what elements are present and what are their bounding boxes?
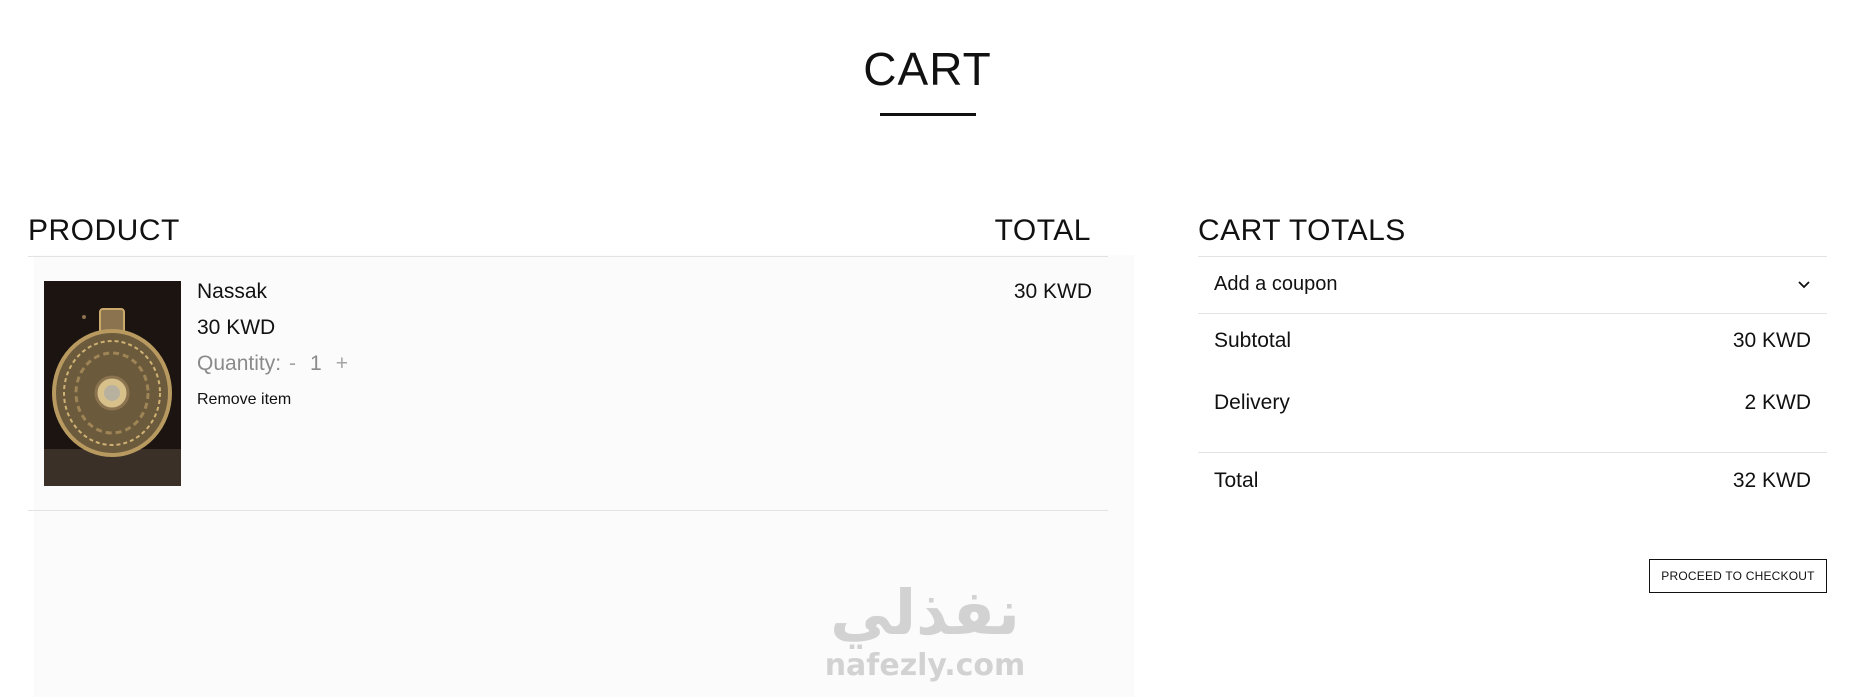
delivery-row: Delivery 2 KWD <box>1214 391 1811 415</box>
remove-item-link[interactable]: Remove item <box>197 391 291 409</box>
product-name[interactable]: Nassak <box>197 280 267 304</box>
product-column-header: PRODUCT <box>28 214 180 247</box>
add-coupon-toggle[interactable]: Add a coupon <box>1198 256 1827 313</box>
delivery-label: Delivery <box>1214 391 1290 414</box>
quantity-value[interactable]: 1 <box>304 352 328 376</box>
page-title: CART <box>863 43 992 95</box>
quantity-stepper: Quantity: - 1 + <box>197 352 356 376</box>
table-header-divider <box>28 256 1108 257</box>
decrement-button[interactable]: - <box>281 352 304 376</box>
product-image[interactable] <box>44 281 181 486</box>
increment-button[interactable]: + <box>328 352 356 376</box>
coupon-divider <box>1198 313 1827 314</box>
subtotal-row: Subtotal 30 KWD <box>1214 329 1811 353</box>
table-row-divider <box>28 510 1108 511</box>
chevron-down-icon <box>1797 273 1811 296</box>
subtotal-label: Subtotal <box>1214 329 1292 352</box>
title-underline <box>880 113 976 116</box>
coupon-label: Add a coupon <box>1214 273 1338 295</box>
cart-totals-heading: CART TOTALS <box>1198 214 1406 247</box>
line-total: 30 KWD <box>1013 280 1092 303</box>
perfume-bottle-image <box>44 281 181 486</box>
total-label: Total <box>1214 469 1259 492</box>
total-value: 32 KWD <box>1732 469 1811 492</box>
proceed-to-checkout-button[interactable]: PROCEED TO CHECKOUT <box>1649 559 1827 593</box>
delivery-value: 2 KWD <box>1744 391 1811 414</box>
total-column-header: TOTAL <box>994 214 1091 247</box>
total-row: Total 32 KWD <box>1214 469 1811 493</box>
quantity-label: Quantity: <box>197 352 282 375</box>
total-divider <box>1198 452 1827 453</box>
product-price: 30 KWD <box>197 316 276 339</box>
subtotal-value: 30 KWD <box>1732 329 1811 352</box>
